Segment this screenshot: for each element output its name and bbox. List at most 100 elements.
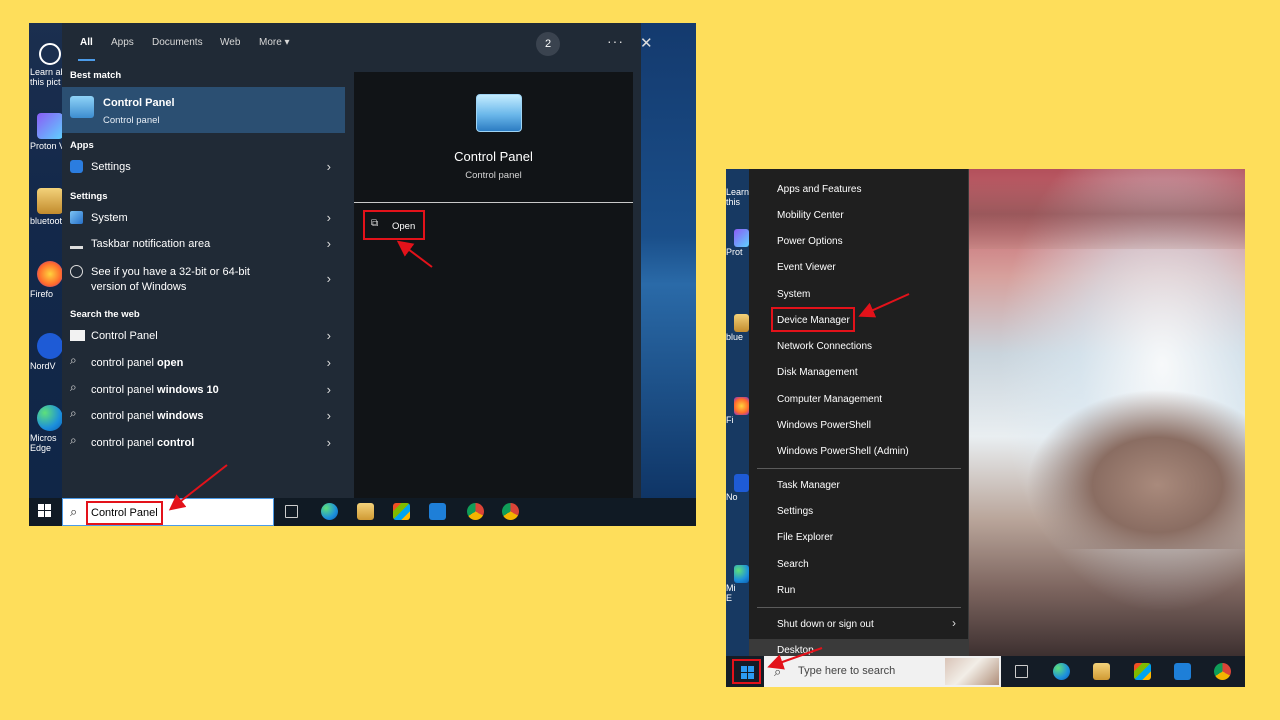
web-result-control-panel[interactable]: Control Panel ›	[62, 323, 345, 349]
section-heading-apps: Apps	[70, 140, 94, 151]
search-screenshot: Learn ab this pict Proton V bluetoot Fir…	[29, 23, 696, 526]
section-heading-best-match: Best match	[70, 70, 122, 81]
chrome-icon[interactable]	[502, 503, 519, 520]
desktop-icon-learn[interactable]: Learn ab this pict	[29, 43, 62, 87]
chevron-right-icon[interactable]: ›	[327, 382, 331, 397]
tab-apps[interactable]: Apps	[111, 37, 134, 48]
desktop-icon-label: Firefo	[30, 289, 54, 299]
menu-item-task-manager[interactable]: Task Manager	[777, 480, 840, 491]
mail-icon[interactable]	[429, 503, 446, 520]
tab-all[interactable]: All	[78, 37, 95, 61]
detail-divider	[354, 202, 633, 203]
chevron-right-icon[interactable]: ›	[327, 271, 331, 286]
result-system[interactable]: System ›	[62, 205, 345, 231]
desktop-icon-edge[interactable]: Micros Edge	[29, 405, 63, 453]
task-view-icon[interactable]	[285, 505, 298, 518]
menu-item-run[interactable]: Run	[777, 585, 795, 596]
edge-icon[interactable]	[1053, 663, 1070, 680]
web-result-windows10[interactable]: ⌕ control panel windows 10 ›	[62, 377, 345, 403]
chevron-right-icon[interactable]: ›	[327, 210, 331, 225]
chrome-icon[interactable]	[1214, 663, 1231, 680]
search-input[interactable]: Control Panel	[86, 501, 163, 525]
menu-item-desktop[interactable]: Desktop	[777, 645, 814, 656]
store-icon[interactable]	[393, 503, 410, 520]
menu-item-apps-features[interactable]: Apps and Features	[777, 184, 862, 195]
store-icon[interactable]	[1134, 663, 1151, 680]
desktop-icon-firefox[interactable]: Fi	[726, 397, 749, 425]
chrome-icon[interactable]	[467, 503, 484, 520]
menu-item-computer-management[interactable]: Computer Management	[777, 394, 882, 405]
menu-item-file-explorer[interactable]: File Explorer	[777, 532, 833, 543]
section-heading-settings: Settings	[70, 191, 108, 202]
web-thumbnail-icon	[70, 330, 85, 341]
tab-documents[interactable]: Documents	[152, 37, 203, 48]
menu-item-mobility-center[interactable]: Mobility Center	[777, 210, 844, 221]
menu-item-network-connections[interactable]: Network Connections	[777, 341, 872, 352]
desktop-icon-label: this	[726, 197, 741, 207]
windows-start-icon[interactable]	[38, 504, 52, 518]
desktop-icon-proton[interactable]: Prot	[726, 229, 749, 257]
file-explorer-icon[interactable]	[1093, 663, 1110, 680]
close-icon[interactable]: ✕	[640, 34, 653, 52]
result-taskbar-notification[interactable]: Taskbar notification area ›	[62, 231, 345, 257]
wallpaper-mountain	[969, 179, 1245, 249]
desktop-icon-firefox[interactable]: Firefo	[29, 261, 63, 299]
open-external-icon: ⧉	[371, 218, 379, 229]
menu-item-system[interactable]: System	[777, 289, 810, 300]
gear-icon	[70, 160, 83, 173]
best-match-title: Control Panel	[103, 97, 175, 109]
menu-item-event-viewer[interactable]: Event Viewer	[777, 262, 836, 273]
result-32-64-bit[interactable]: See if you have a 32-bit or 64-bit versi…	[62, 259, 345, 299]
chevron-right-icon[interactable]: ›	[327, 435, 331, 450]
menu-item-shut-down[interactable]: Shut down or sign out	[777, 619, 874, 630]
menu-item-device-manager[interactable]: Device Manager	[777, 315, 850, 326]
taskbar-search-box[interactable]: ⌕ Type here to search	[764, 656, 1001, 687]
chevron-right-icon[interactable]: ›	[952, 616, 956, 630]
menu-item-settings[interactable]: Settings	[777, 506, 813, 517]
control-panel-large-icon	[476, 94, 522, 132]
search-icon: ⌕	[70, 433, 77, 447]
search-placeholder[interactable]: Type here to search	[798, 665, 895, 677]
web-result-open[interactable]: ⌕ control panel open ›	[62, 350, 345, 376]
desktop-icon-learn[interactable]: Learn this	[726, 187, 749, 207]
menu-item-power-options[interactable]: Power Options	[777, 236, 843, 247]
folder-icon	[734, 314, 749, 332]
desktop-icon-label: Micros	[30, 433, 57, 443]
chevron-right-icon[interactable]: ›	[327, 159, 331, 174]
tab-more[interactable]: More ▾	[259, 37, 290, 48]
desktop-icon-edge[interactable]: Mi E	[726, 565, 749, 603]
chevron-right-icon[interactable]: ›	[327, 236, 331, 251]
open-button[interactable]: ⧉ Open	[363, 210, 425, 240]
start-button[interactable]	[732, 659, 761, 684]
menu-item-powershell-admin[interactable]: Windows PowerShell (Admin)	[777, 446, 909, 457]
desktop-icon-nordvpn[interactable]: NordV	[29, 333, 63, 371]
chevron-right-icon[interactable]: ›	[327, 355, 331, 370]
tab-web[interactable]: Web	[220, 37, 240, 48]
menu-item-powershell[interactable]: Windows PowerShell	[777, 420, 871, 431]
mail-icon[interactable]	[1174, 663, 1191, 680]
desktop-icon-nordvpn[interactable]: No	[726, 474, 749, 502]
desktop-icon-bluetooth[interactable]: blue	[726, 314, 749, 342]
desktop-icon-bluetooth[interactable]: bluetoot	[29, 188, 63, 226]
best-match-control-panel[interactable]: Control Panel Control panel	[62, 87, 345, 133]
taskbar-search-box[interactable]: ⌕ Control Panel	[62, 498, 274, 526]
chevron-right-icon[interactable]: ›	[327, 408, 331, 423]
more-options-icon[interactable]: ···	[607, 33, 624, 49]
menu-item-search[interactable]: Search	[777, 559, 809, 570]
chevron-right-icon[interactable]: ›	[327, 328, 331, 343]
menu-divider	[757, 607, 961, 608]
web-result-windows[interactable]: ⌕ control panel windows ›	[62, 403, 345, 429]
menu-item-disk-management[interactable]: Disk Management	[777, 367, 858, 378]
search-results-list: Best match Control Panel Control panel A…	[62, 65, 345, 498]
desktop-icon-label: Edge	[30, 443, 52, 453]
file-explorer-icon[interactable]	[357, 503, 374, 520]
proton-vpn-icon	[37, 113, 63, 139]
result-settings-app[interactable]: Settings ›	[62, 154, 345, 180]
web-result-control[interactable]: ⌕ control panel control ›	[62, 430, 345, 456]
desktop-icon-proton[interactable]: Proton V	[29, 113, 63, 151]
task-view-icon[interactable]	[1015, 665, 1028, 678]
rewards-badge[interactable]: 2	[536, 32, 560, 56]
section-heading-web: Search the web	[70, 309, 140, 320]
edge-icon[interactable]	[321, 503, 338, 520]
nordvpn-icon	[37, 333, 63, 359]
